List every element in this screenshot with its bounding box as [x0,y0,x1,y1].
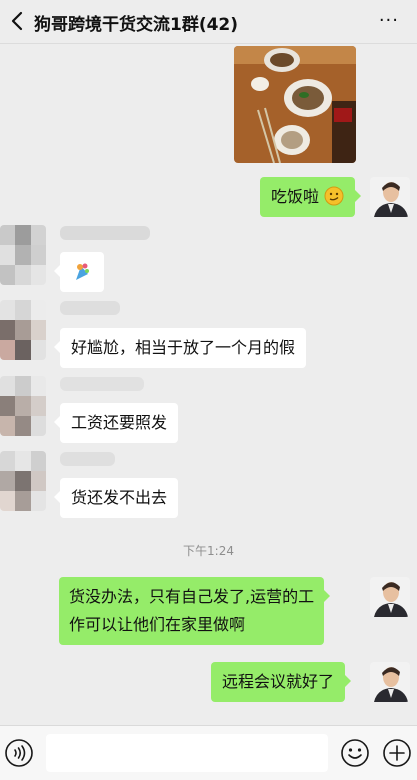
blurred-nickname [60,377,144,391]
back-chevron-icon[interactable] [6,6,32,36]
blurred-nickname [60,301,120,315]
chat-header: 狗哥跨境干货交流1群(42) ··· [0,0,417,44]
message-text: 远程会议就好了 [222,672,335,691]
blurred-avatar[interactable] [0,300,46,360]
blurred-avatar[interactable] [0,376,46,436]
input-toolbar [0,725,417,780]
incoming-message-bubble[interactable]: 工资还要照发 [53,403,179,443]
food-photo-message[interactable] [234,46,356,163]
self-avatar[interactable] [370,577,410,617]
smirk-emoji-icon [324,186,344,206]
outgoing-message-bubble[interactable]: 吃饭啦 [260,177,362,217]
message-text: 吃饭啦 [271,187,320,206]
blurred-avatar[interactable] [0,451,46,511]
incoming-message-bubble[interactable]: 货还发不出去 [53,478,179,518]
plus-icon[interactable] [382,738,412,768]
blurred-avatar[interactable] [0,225,46,285]
message-text-line: 作可以让他们在家里做啊 [69,615,246,634]
message-text-line: 货没办法，只有自己发了,运营的工 [69,587,315,606]
party-popper-emoji-icon [72,262,92,290]
more-options-icon[interactable]: ··· [379,10,399,31]
blurred-nickname [60,226,150,240]
message-text: 工资还要照发 [71,413,168,432]
outgoing-message-bubble[interactable]: 货没办法，只有自己发了,运营的工 作可以让他们在家里做啊 [59,577,331,645]
incoming-message-bubble[interactable]: 好尴尬，相当于放了一个月的假 [53,328,307,368]
incoming-sticker-bubble[interactable] [54,252,104,292]
emoji-icon[interactable] [340,738,370,768]
outgoing-message-bubble[interactable]: 远程会议就好了 [211,662,352,702]
message-timestamp: 下午1:24 [183,544,234,558]
self-avatar[interactable] [370,662,410,702]
voice-icon[interactable] [4,738,34,768]
self-avatar[interactable] [370,177,410,217]
message-text: 好尴尬，相当于放了一个月的假 [71,338,296,357]
blurred-nickname [60,452,115,466]
message-input[interactable] [46,734,328,772]
chat-title: 狗哥跨境干货交流1群(42) [34,15,239,35]
message-text: 货还发不出去 [71,488,168,507]
